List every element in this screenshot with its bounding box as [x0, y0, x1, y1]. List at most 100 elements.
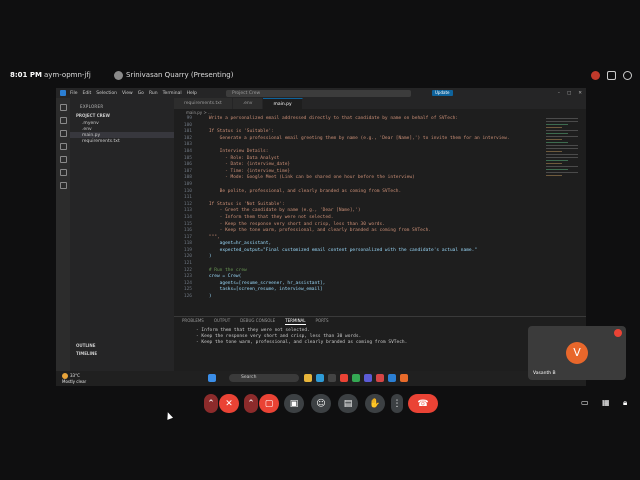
line-number: 103	[183, 142, 192, 148]
search-icon[interactable]	[59, 117, 67, 124]
extensions-icon[interactable]	[59, 156, 67, 163]
file-item[interactable]: requirements.txt	[70, 138, 174, 144]
code-line: 120 )	[174, 254, 544, 261]
explorer-icon[interactable]	[59, 104, 67, 111]
vscode-taskbar-icon[interactable]	[388, 374, 396, 382]
code-text: expected_output="Final customized email …	[198, 247, 478, 253]
captions-button[interactable]: ▤	[338, 394, 358, 413]
menu-terminal[interactable]: Terminal	[163, 91, 182, 96]
raise-hand-button[interactable]: ✋	[365, 394, 385, 413]
tab-ports[interactable]: PORTS	[316, 317, 329, 325]
camera-toggle-button[interactable]: ▢	[259, 394, 279, 413]
python-icon[interactable]	[59, 182, 67, 189]
present-button[interactable]: ▣	[284, 394, 304, 413]
more-icon[interactable]	[623, 70, 632, 80]
activity-bar	[56, 98, 70, 376]
tab-problems[interactable]: PROBLEMS	[182, 317, 204, 325]
code-text: Interview Details:	[198, 148, 269, 154]
code-line: 114 - Inform them that they were not sel…	[174, 215, 544, 222]
line-number: 126	[183, 294, 192, 300]
menu-go[interactable]: Go	[138, 91, 144, 96]
taskbar-search[interactable]: Search	[229, 374, 299, 382]
store-icon[interactable]	[328, 374, 336, 382]
shared-screen: File Edit Selection View Go Run Terminal…	[56, 88, 586, 386]
top-right-controls	[591, 70, 632, 80]
menu-selection[interactable]: Selection	[96, 91, 117, 96]
minimize-icon[interactable]: –	[558, 91, 560, 96]
explorer-title: EXPLORER	[80, 104, 104, 109]
leave-call-button[interactable]: ☎	[408, 394, 438, 413]
menu-edit[interactable]: Edit	[83, 91, 92, 96]
presenter-indicator: Srinivasan Quarry (Presenting)	[114, 70, 233, 80]
chat-icon[interactable]: ▭	[581, 398, 590, 407]
app-icon[interactable]	[352, 374, 360, 382]
timeline-section[interactable]: TIMELINE	[76, 351, 97, 356]
tab-env[interactable]: .env	[232, 98, 264, 109]
update-button[interactable]: Update	[432, 90, 453, 96]
explorer-sidebar: EXPLORER PROJECT CREW .myenv .env main.p…	[70, 98, 174, 376]
maximize-icon[interactable]: □	[567, 91, 571, 96]
windows-start-icon[interactable]	[208, 374, 216, 382]
code-line: 103	[174, 142, 544, 149]
camera-options-button[interactable]: ⌃	[244, 394, 258, 413]
tab-terminal[interactable]: TERMINAL	[285, 317, 306, 325]
testing-icon[interactable]	[59, 169, 67, 176]
more-options-button[interactable]: ⋮	[391, 394, 403, 413]
host-controls-icon[interactable]: 🔒︎	[623, 398, 632, 407]
participant-avatar: V	[566, 342, 588, 364]
code-text: tasks=[screen_resume, interview_email]	[198, 287, 323, 293]
code-line: 106 - Date: {interview_date}	[174, 162, 544, 169]
breadcrumb[interactable]: main.py > ...	[174, 109, 586, 116]
menu-run[interactable]: Run	[149, 91, 158, 96]
line-number: 101	[183, 129, 192, 135]
code-line: 118 agent=hr_assistant,	[174, 241, 544, 248]
meeting-code: aym-opmn-jfj	[44, 71, 91, 79]
code-line: 116 - Keep the tone warm, professional, …	[174, 228, 544, 235]
command-search[interactable]: Project Crew	[226, 89, 411, 97]
menu-view[interactable]: View	[122, 91, 133, 96]
terminal-output[interactable]: - Inform them that they were not selecte…	[174, 325, 586, 346]
code-line: 109	[174, 182, 544, 189]
app-icon[interactable]	[376, 374, 384, 382]
mic-options-button[interactable]: ⌃	[204, 394, 218, 413]
meet-top-bar: 8:01 PM aym-opmn-jfj Srinivasan Quarry (…	[0, 64, 640, 86]
muted-mic-icon	[614, 329, 622, 337]
line-number: 116	[183, 228, 192, 234]
tab-main-py[interactable]: main.py	[263, 98, 303, 109]
run-debug-icon[interactable]	[59, 143, 67, 150]
file-explorer-icon[interactable]	[304, 374, 312, 382]
taskbar-apps	[304, 374, 408, 382]
layout-icon[interactable]	[607, 70, 616, 80]
code-line: 111	[174, 195, 544, 202]
source-control-icon[interactable]	[59, 130, 67, 137]
code-editor[interactable]: 99 Write a personalized email addressed …	[174, 116, 544, 306]
edge-icon[interactable]	[316, 374, 324, 382]
menu-help[interactable]: Help	[187, 91, 197, 96]
vscode-logo-icon	[60, 90, 66, 96]
line-number: 99	[186, 116, 192, 121]
windows-taskbar: 33°C Mostly clear Search 5/29/2025	[56, 371, 586, 386]
tab-requirements[interactable]: requirements.txt	[174, 98, 233, 109]
reactions-button[interactable]: ☺	[311, 394, 331, 413]
minimap[interactable]	[546, 116, 578, 196]
code-line: 101 If Status is 'Suitable':	[174, 129, 544, 136]
code-text: - Keep the tone warm, professional, and …	[198, 228, 431, 234]
close-icon[interactable]: ✕	[578, 91, 582, 96]
participant-tile[interactable]: V Vasanth B	[528, 326, 626, 380]
tab-output[interactable]: OUTPUT	[214, 317, 230, 325]
outline-section[interactable]: OUTLINE	[76, 343, 97, 348]
code-text: - Inform them that they were not selecte…	[198, 214, 334, 220]
tab-debug-console[interactable]: DEBUG CONSOLE	[240, 317, 275, 325]
chrome-icon[interactable]	[340, 374, 348, 382]
project-folder[interactable]: PROJECT CREW	[70, 111, 174, 120]
activities-icon[interactable]: ▦	[602, 398, 611, 407]
line-number: 108	[183, 175, 192, 181]
code-line: 123 crew = Crew(	[174, 274, 544, 281]
code-text: )	[198, 254, 212, 260]
code-text: - Date: {interview_date}	[198, 162, 291, 168]
mic-toggle-button[interactable]: ✕	[219, 394, 239, 413]
menu-file[interactable]: File	[70, 91, 78, 96]
app-icon[interactable]	[400, 374, 408, 382]
app-icon[interactable]	[364, 374, 372, 382]
weather-widget[interactable]: 33°C Mostly clear	[62, 373, 86, 384]
